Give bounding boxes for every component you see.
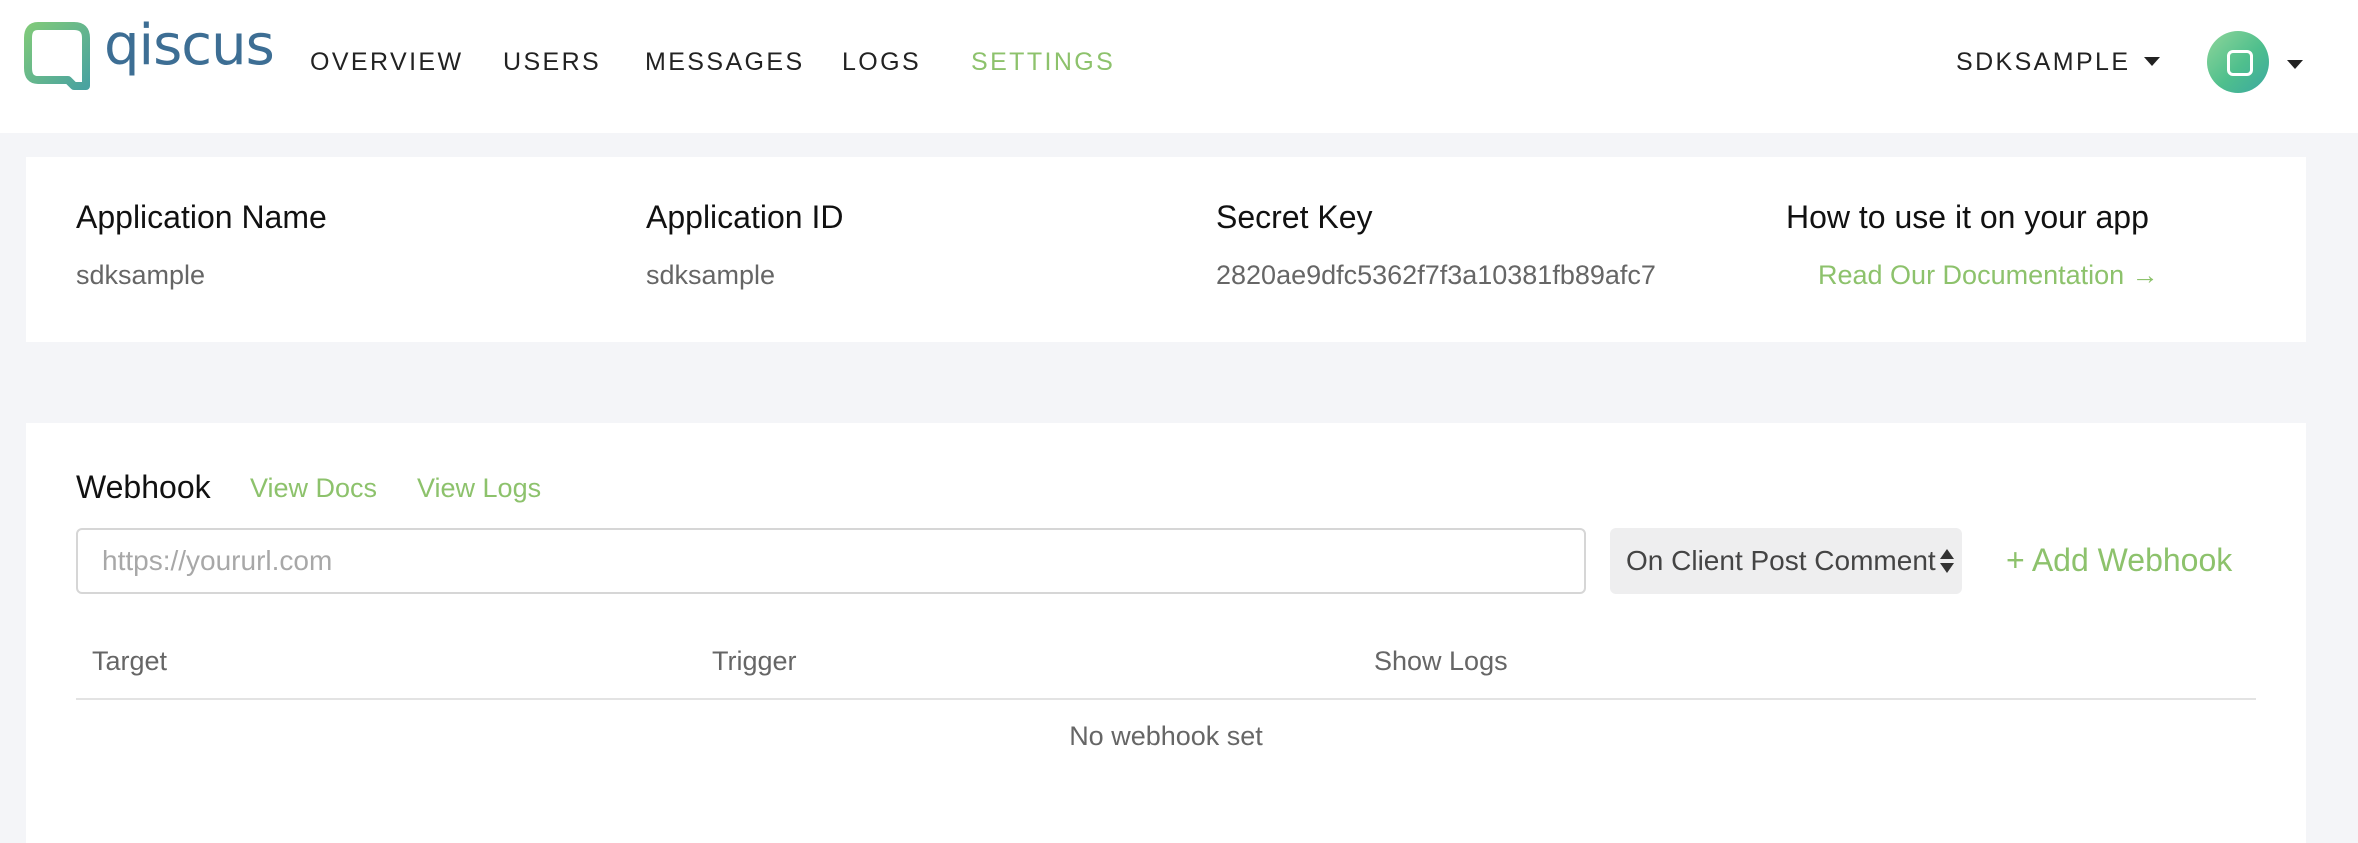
column-header-trigger: Trigger	[712, 646, 797, 676]
empty-table-message: No webhook set	[1069, 721, 1263, 751]
webhook-url-input[interactable]	[76, 528, 1586, 594]
chevron-down-icon	[2287, 60, 2303, 70]
app-id-value: sdksample	[646, 260, 776, 290]
nav-settings[interactable]: SETTINGS	[971, 48, 1115, 77]
up-down-arrows-icon	[1940, 547, 1954, 577]
read-documentation-link[interactable]: Read Our Documentation →	[1818, 260, 2159, 290]
qiscus-logo[interactable]	[24, 22, 94, 92]
secret-key-label: Secret Key	[1216, 199, 1373, 235]
webhook-card: Webhook View Docs View Logs On Client Po…	[26, 423, 2306, 843]
view-docs-link[interactable]: View Docs	[250, 475, 377, 502]
view-logs-link[interactable]: View Logs	[417, 475, 541, 502]
app-name-value: sdksample	[76, 260, 206, 290]
chevron-down-icon	[2144, 56, 2161, 66]
howto-section: How to use it on your app Read Our Docum…	[1786, 201, 2159, 289]
nav-logs[interactable]: LOGS	[842, 48, 921, 77]
table-divider	[76, 698, 2256, 700]
add-webhook-button[interactable]: + Add Webhook	[2006, 544, 2232, 576]
app-id-label: Application ID	[646, 199, 844, 235]
column-header-target: Target	[92, 646, 168, 676]
column-header-show-logs: Show Logs	[1374, 646, 1508, 676]
account-menu-toggle[interactable]	[2287, 58, 2303, 76]
avatar[interactable]	[2207, 31, 2269, 93]
app-selector-label: SDKSAMPLE	[1956, 48, 2131, 76]
webhook-title: Webhook	[76, 469, 211, 505]
secret-key-value: 2820ae9dfc5362f7f3a10381fb89afc7	[1216, 260, 1656, 290]
app-id-section: Application ID sdksample	[646, 201, 843, 289]
nav-users[interactable]: USERS	[503, 48, 601, 77]
app-selector-dropdown[interactable]: SDKSAMPLE	[1956, 48, 2161, 77]
howto-label: How to use it on your app	[1786, 199, 2149, 235]
app-name-section: Application Name sdksample	[76, 201, 327, 289]
trigger-selected-value: On Client Post Comment	[1626, 545, 1936, 576]
nav-overview[interactable]: OVERVIEW	[310, 48, 464, 77]
app-name-label: Application Name	[76, 199, 327, 235]
secret-key-section: Secret Key 2820ae9dfc5362f7f3a10381fb89a…	[1216, 201, 1656, 289]
nav-messages[interactable]: MESSAGES	[645, 48, 805, 77]
chat-bubble-icon	[2227, 50, 2253, 76]
top-navbar: qiscus OVERVIEW USERS MESSAGES LOGS SETT…	[0, 0, 2358, 133]
qiscus-logo-icon	[24, 22, 90, 90]
logo-wordmark: qiscus	[104, 13, 275, 78]
trigger-select[interactable]: On Client Post Comment	[1610, 528, 1962, 594]
app-info-card: Application Name sdksample Application I…	[26, 157, 2306, 342]
